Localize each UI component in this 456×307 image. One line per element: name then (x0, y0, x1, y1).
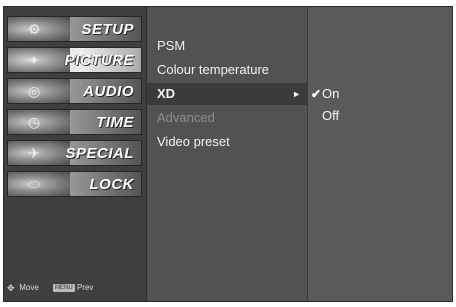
menu-item-advanced: Advanced (147, 107, 307, 129)
menu-item-video-preset[interactable]: Video preset (147, 131, 307, 153)
picture-icon: ✦ (28, 52, 40, 68)
option-on[interactable]: ✔ On (308, 83, 452, 105)
category-label: TIME (96, 114, 134, 131)
special-icon: ✈ (28, 145, 40, 161)
picture-menu-items: PSM Colour temperature XD ► Advanced Vid… (147, 7, 307, 301)
category-lock[interactable]: ⬭ LOCK (7, 171, 142, 197)
time-icon: ◷ (28, 114, 41, 130)
lock-icon: ⬭ (28, 176, 40, 192)
menu-item-xd[interactable]: XD ► (147, 83, 307, 105)
category-time[interactable]: ◷ TIME (7, 109, 142, 135)
category-label: LOCK (89, 176, 134, 193)
setup-icon: ⚙ (28, 21, 41, 37)
category-label: PICTURE (64, 52, 134, 69)
submenu-arrow-icon: ► (292, 89, 301, 99)
category-picture[interactable]: ✦ PICTURE (7, 47, 142, 73)
option-label: Off (322, 108, 340, 123)
navigation-hint: ✥ Move MENU Prev (7, 281, 143, 295)
move-hint-label: Move (19, 283, 39, 292)
prev-hint-label: Prev (76, 283, 94, 292)
menu-item-psm[interactable]: PSM (147, 35, 307, 57)
move-arrows-icon: ✥ (7, 283, 15, 293)
option-label: On (322, 86, 340, 101)
option-off[interactable]: Off (308, 105, 452, 127)
category-setup[interactable]: ⚙ SETUP (7, 16, 142, 42)
category-label: AUDIO (83, 83, 134, 100)
audio-icon: ◎ (28, 83, 41, 99)
menu-key-icon: MENU (53, 284, 75, 292)
osd-menu: ⚙ SETUP ✦ PICTURE ◎ AUDIO ◷ TIME ✈ SPECI… (3, 6, 453, 302)
menu-item-colour-temperature[interactable]: Colour temperature (147, 59, 307, 81)
menu-item-label: Video preset (157, 134, 230, 149)
category-label: SETUP (81, 21, 134, 38)
category-audio[interactable]: ◎ AUDIO (7, 78, 142, 104)
category-special[interactable]: ✈ SPECIAL (7, 140, 142, 166)
menu-item-label: Advanced (157, 110, 215, 125)
category-label: SPECIAL (65, 145, 134, 162)
menu-item-label: Colour temperature (157, 62, 269, 77)
category-sidebar: ⚙ SETUP ✦ PICTURE ◎ AUDIO ◷ TIME ✈ SPECI… (4, 7, 147, 301)
xd-options-panel: ✔ On Off (307, 7, 452, 301)
menu-item-label: XD (157, 86, 176, 101)
menu-item-label: PSM (157, 38, 186, 53)
checkmark-icon: ✔ (311, 87, 322, 101)
